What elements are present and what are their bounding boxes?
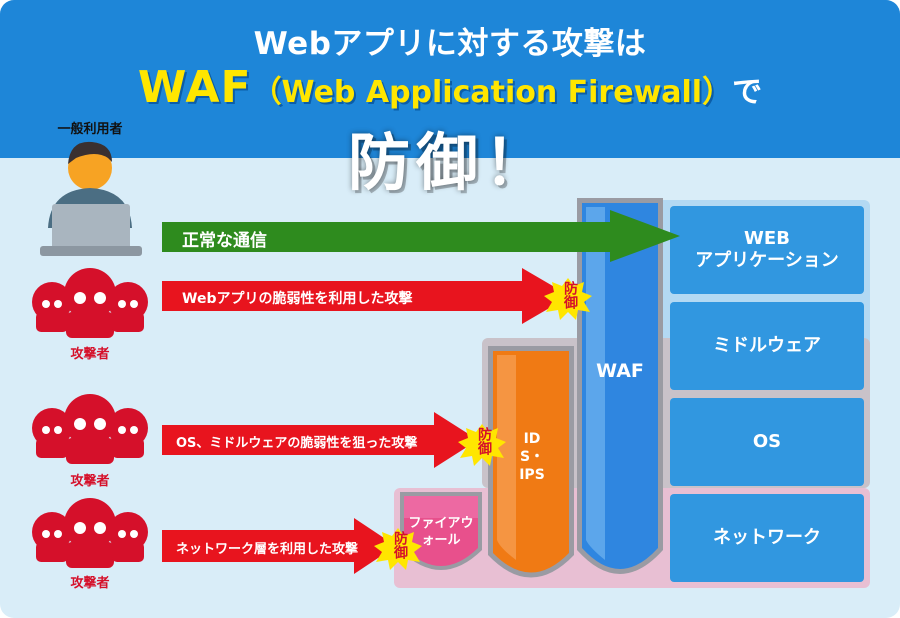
attacker-skulls-3: [32, 498, 148, 568]
flow-label-os-attack: OS、ミドルウェアの脆弱性を狙った攻撃: [176, 436, 418, 451]
attacker-label-3: 攻撃者: [70, 576, 110, 591]
flow-label-normal: 正常な通信: [182, 231, 267, 251]
attacker-skulls-1: [32, 268, 148, 338]
flow-label-network-attack: ネットワーク層を利用した攻撃: [176, 542, 359, 557]
flow-label-web-attack: Webアプリの脆弱性を利用した攻撃: [182, 291, 413, 307]
firewall-label: ファイアウォール: [408, 516, 474, 548]
defense-badge-2: 防御: [476, 427, 492, 455]
user-label: 一般利用者: [57, 122, 123, 137]
defense-badge-1: 防御: [562, 281, 578, 309]
diagram-canvas: Webアプリに対する攻撃は WAF（Web Application Firewa…: [0, 0, 900, 618]
waf-label: WAF: [596, 360, 644, 382]
attacker-label-2: 攻撃者: [70, 474, 110, 489]
attacker-label-1: 攻撃者: [70, 347, 110, 362]
attacker-skulls-2: [32, 394, 148, 464]
ids-ips-label: IDS・IPS: [519, 431, 545, 483]
user-icon: [40, 141, 142, 256]
